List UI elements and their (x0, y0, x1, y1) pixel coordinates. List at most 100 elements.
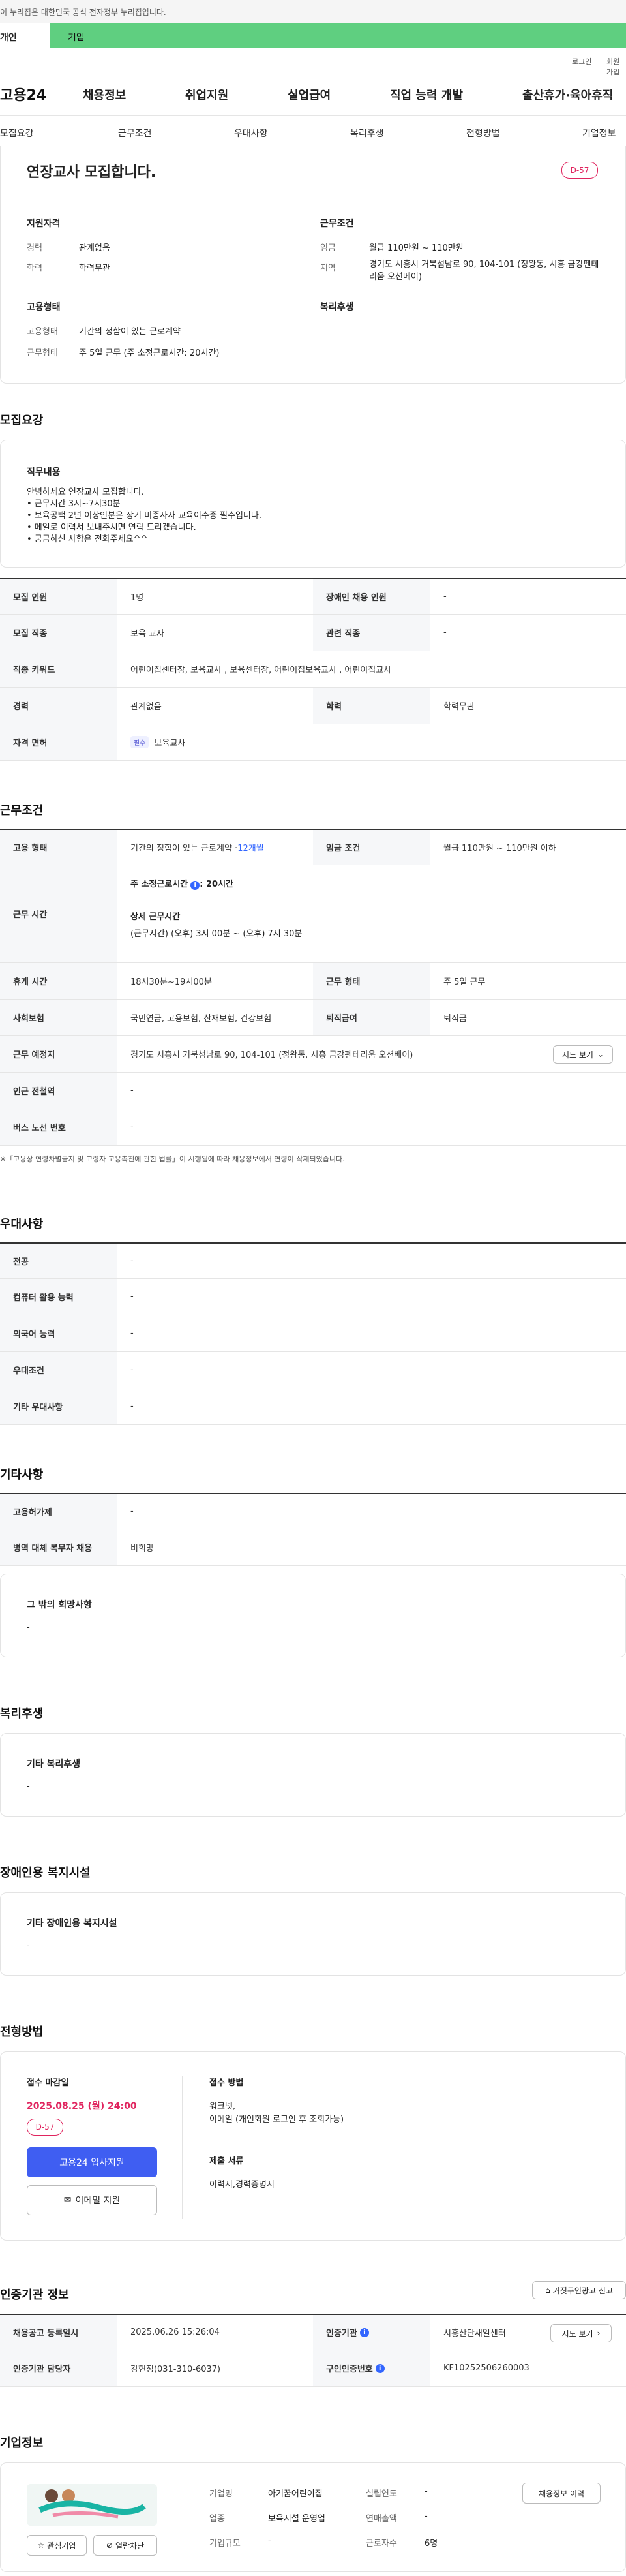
row-header: 퇴직급여 (313, 1000, 430, 1035)
row-header: 모집 인원 (0, 579, 117, 614)
table-row: 근무 시간 주 소정근로시간 i: 20시간 상세 근무시간 (근무시간) (오후… (0, 865, 626, 963)
edu-value: 학력무관 (79, 264, 110, 273)
org-map-button[interactable]: 지도 보기 › (550, 2324, 612, 2342)
info-icon[interactable]: i (375, 2363, 385, 2373)
table-row: 컴퓨터 활용 능력 - (0, 1279, 626, 1315)
area-label: 지역 (320, 264, 336, 273)
row-value: - (130, 1122, 134, 1132)
row-header: 모집 직종 (0, 615, 117, 651)
table-row: 휴게 시간 18시30분~19시00분 근무 형태 주 5일 근무 (0, 963, 626, 1000)
row-value: 1명 (130, 593, 144, 603)
row-header: 인증기관 담당자 (0, 2350, 117, 2386)
docs-title: 제출 서류 (209, 2156, 244, 2166)
table-row: 병역 대체 복무자 채용 비희망 (0, 1529, 626, 1566)
site-logo[interactable]: 고용24 (0, 84, 46, 104)
apply-button[interactable]: 고용24 입사지원 (27, 2147, 157, 2177)
row-header: 근무 형태 (313, 963, 430, 999)
row-header: 근무 시간 (0, 865, 117, 962)
map-button-label: 지도 보기 (561, 1050, 593, 1060)
gnb-item-unemployment[interactable]: 실업급여 (288, 86, 331, 103)
selection-heading: 전형방법 (0, 2025, 44, 2039)
method-line: 이메일 (개인회원 로그인 후 조회가능) (209, 2115, 344, 2124)
info-icon[interactable]: i (190, 881, 200, 890)
favorite-company-button[interactable]: ☆ 관심기업 (27, 2535, 87, 2556)
table-row: 버스 노선 번호 - (0, 1109, 626, 1146)
row-header: 기타 우대사항 (0, 1388, 117, 1424)
block-icon: ⊘ (106, 2541, 113, 2550)
emp-months: 12개월 (237, 844, 264, 853)
user-type-tabs: 개인 기업 (0, 23, 626, 48)
gov-notice-bar: 이 누리집은 대한민국 공식 전자정부 누리집입니다. (0, 0, 626, 23)
mail-icon: ✉ (63, 2195, 72, 2205)
snb-item-company[interactable]: 기업정보 (582, 127, 616, 140)
tab-company[interactable]: 기업 (68, 31, 85, 44)
row-value: 어린이집센터장, 보육교사 , 보육센터장, 어린이집보육교사 , 어린이집교사 (130, 666, 392, 675)
est-label: 설립연도 (366, 2489, 397, 2499)
row-value: 필수 보육교사 (130, 724, 185, 760)
info-icon[interactable]: i (359, 2327, 369, 2337)
preference-heading: 우대사항 (0, 1218, 44, 1231)
row-header: 외국어 능력 (0, 1315, 117, 1351)
history-button[interactable]: 채용정보 이력 (522, 2483, 601, 2504)
emptype-label: 고용형태 (27, 327, 58, 337)
row-header: 구인인증번호 i (313, 2350, 430, 2386)
disabled-box: 기타 장애인용 복지시설 - (0, 1892, 626, 1976)
login-link[interactable]: 로그인 (572, 56, 591, 67)
company-logo (27, 2484, 157, 2526)
license-value: 보육교사 (154, 739, 186, 748)
gnb-item-leave[interactable]: 출산휴가·육아휴직 (522, 86, 613, 103)
email-apply-button[interactable]: ✉ 이메일 지원 (27, 2185, 157, 2215)
row-header: 인근 전철역 (0, 1073, 117, 1109)
employees-label: 근로자수 (366, 2539, 397, 2549)
report-button[interactable]: ⌂ 거짓구인광고 신고 (532, 2281, 626, 2299)
hope-title: 그 밖의 희망사항 (27, 1600, 92, 1610)
snb-item-conditions[interactable]: 근무조건 (118, 127, 152, 140)
tab-personal[interactable]: 개인 (0, 23, 50, 48)
row-header: 임금 조건 (313, 830, 430, 865)
dday-badge: D-57 (561, 162, 598, 179)
size-label: 기업규모 (209, 2539, 241, 2549)
email-apply-label: 이메일 지원 (75, 2196, 121, 2206)
snb-item-preference[interactable]: 우대사항 (234, 127, 268, 140)
worktype-value: 주 5일 근무 (주 소정근로시간: 20시간) (79, 348, 220, 358)
table-row: 자격 면허 필수 보육교사 (0, 724, 626, 761)
gnb-item-training[interactable]: 직업 능력 개발 (390, 86, 463, 103)
row-value: 2025.06.26 15:26:04 (130, 2327, 220, 2337)
block-label: 열람차단 (115, 2541, 145, 2551)
table-row: 고용허가제 - (0, 1493, 626, 1529)
deadline-title: 접수 마감일 (27, 2078, 69, 2088)
welfare-box: 기타 복리후생 - (0, 1733, 626, 1817)
hours-main-value: : 20시간 (200, 880, 233, 889)
report-button-label: 거짓구인광고 신고 (552, 2286, 613, 2295)
row-header: 사회보험 (0, 1000, 117, 1035)
map-button[interactable]: 지도 보기 ⌄ (553, 1045, 613, 1064)
row-header: 병역 대체 복무자 채용 (0, 1529, 117, 1565)
sales-value: - (425, 2511, 428, 2521)
table-row: 직종 키워드 어린이집센터장, 보육교사 , 보육센터장, 어린이집보육교사 , … (0, 651, 626, 688)
hope-box: 그 밖의 희망사항 - (0, 1574, 626, 1657)
row-value: - (130, 1086, 134, 1096)
row-header: 컴퓨터 활용 능력 (0, 1279, 117, 1315)
gnb-item-employment-support[interactable]: 취업지원 (185, 86, 228, 103)
table-row: 모집 직종 보육 교사 관련 직종 - (0, 615, 626, 651)
gnb-item-jobs[interactable]: 채용정보 (83, 86, 126, 103)
block-view-button[interactable]: ⊘ 열람차단 (93, 2535, 157, 2556)
snb-item-selection[interactable]: 전형방법 (466, 127, 500, 140)
selection-box: 접수 마감일 2025.08.25 (월) 24:00 D-57 고용24 입사… (0, 2051, 626, 2241)
sales-label: 연매출액 (366, 2514, 397, 2524)
gov-notice-text: 이 누리집은 대한민국 공식 전자정부 누리집입니다. (0, 8, 166, 17)
row-value: - (130, 1402, 134, 1411)
row-header: 직종 키워드 (0, 651, 117, 687)
row-header: 버스 노선 번호 (0, 1109, 117, 1145)
company-name-label: 기업명 (209, 2489, 233, 2499)
area-value: 경기도 시흥시 거북섬남로 90, 104-101 (정왕동, 시흥 금강펜테리… (369, 260, 599, 282)
chevron-down-icon: ⌄ (597, 1050, 604, 1059)
cert-no-label: 구인인증번호 (326, 2365, 373, 2374)
row-header: 자격 면허 (0, 724, 117, 760)
table-row: 외국어 능력 - (0, 1315, 626, 1352)
house-icon: ⌂ (545, 2286, 550, 2295)
snb-item-welfare[interactable]: 복리후생 (350, 127, 384, 140)
emptype-value: 기간의 정함이 있는 근로계약 (79, 327, 181, 337)
wage-label: 임금 (320, 243, 336, 253)
snb-item-recruit[interactable]: 모집요강 (0, 127, 34, 140)
